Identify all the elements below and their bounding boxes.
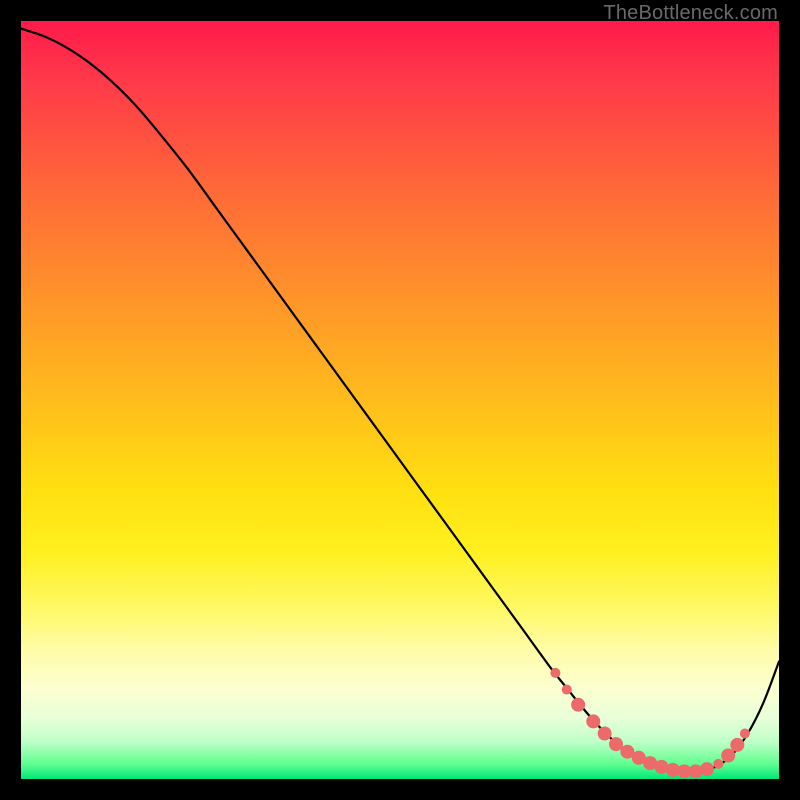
curve-marker (609, 737, 623, 751)
curve-marker (598, 727, 612, 741)
curve-marker (721, 749, 735, 763)
curve-marker (740, 729, 750, 739)
curve-marker (562, 685, 572, 695)
curve-marker (730, 738, 744, 752)
attribution-text: TheBottleneck.com (603, 2, 778, 25)
curve-marker (713, 759, 723, 769)
curve-marker (586, 714, 600, 728)
curve-marker (700, 762, 714, 776)
curve-markers (550, 668, 750, 779)
chart-container: TheBottleneck.com (0, 0, 800, 800)
curve-marker (550, 668, 560, 678)
bottleneck-curve (21, 29, 779, 773)
curve-marker (571, 698, 585, 712)
chart-curve-layer (21, 21, 779, 779)
